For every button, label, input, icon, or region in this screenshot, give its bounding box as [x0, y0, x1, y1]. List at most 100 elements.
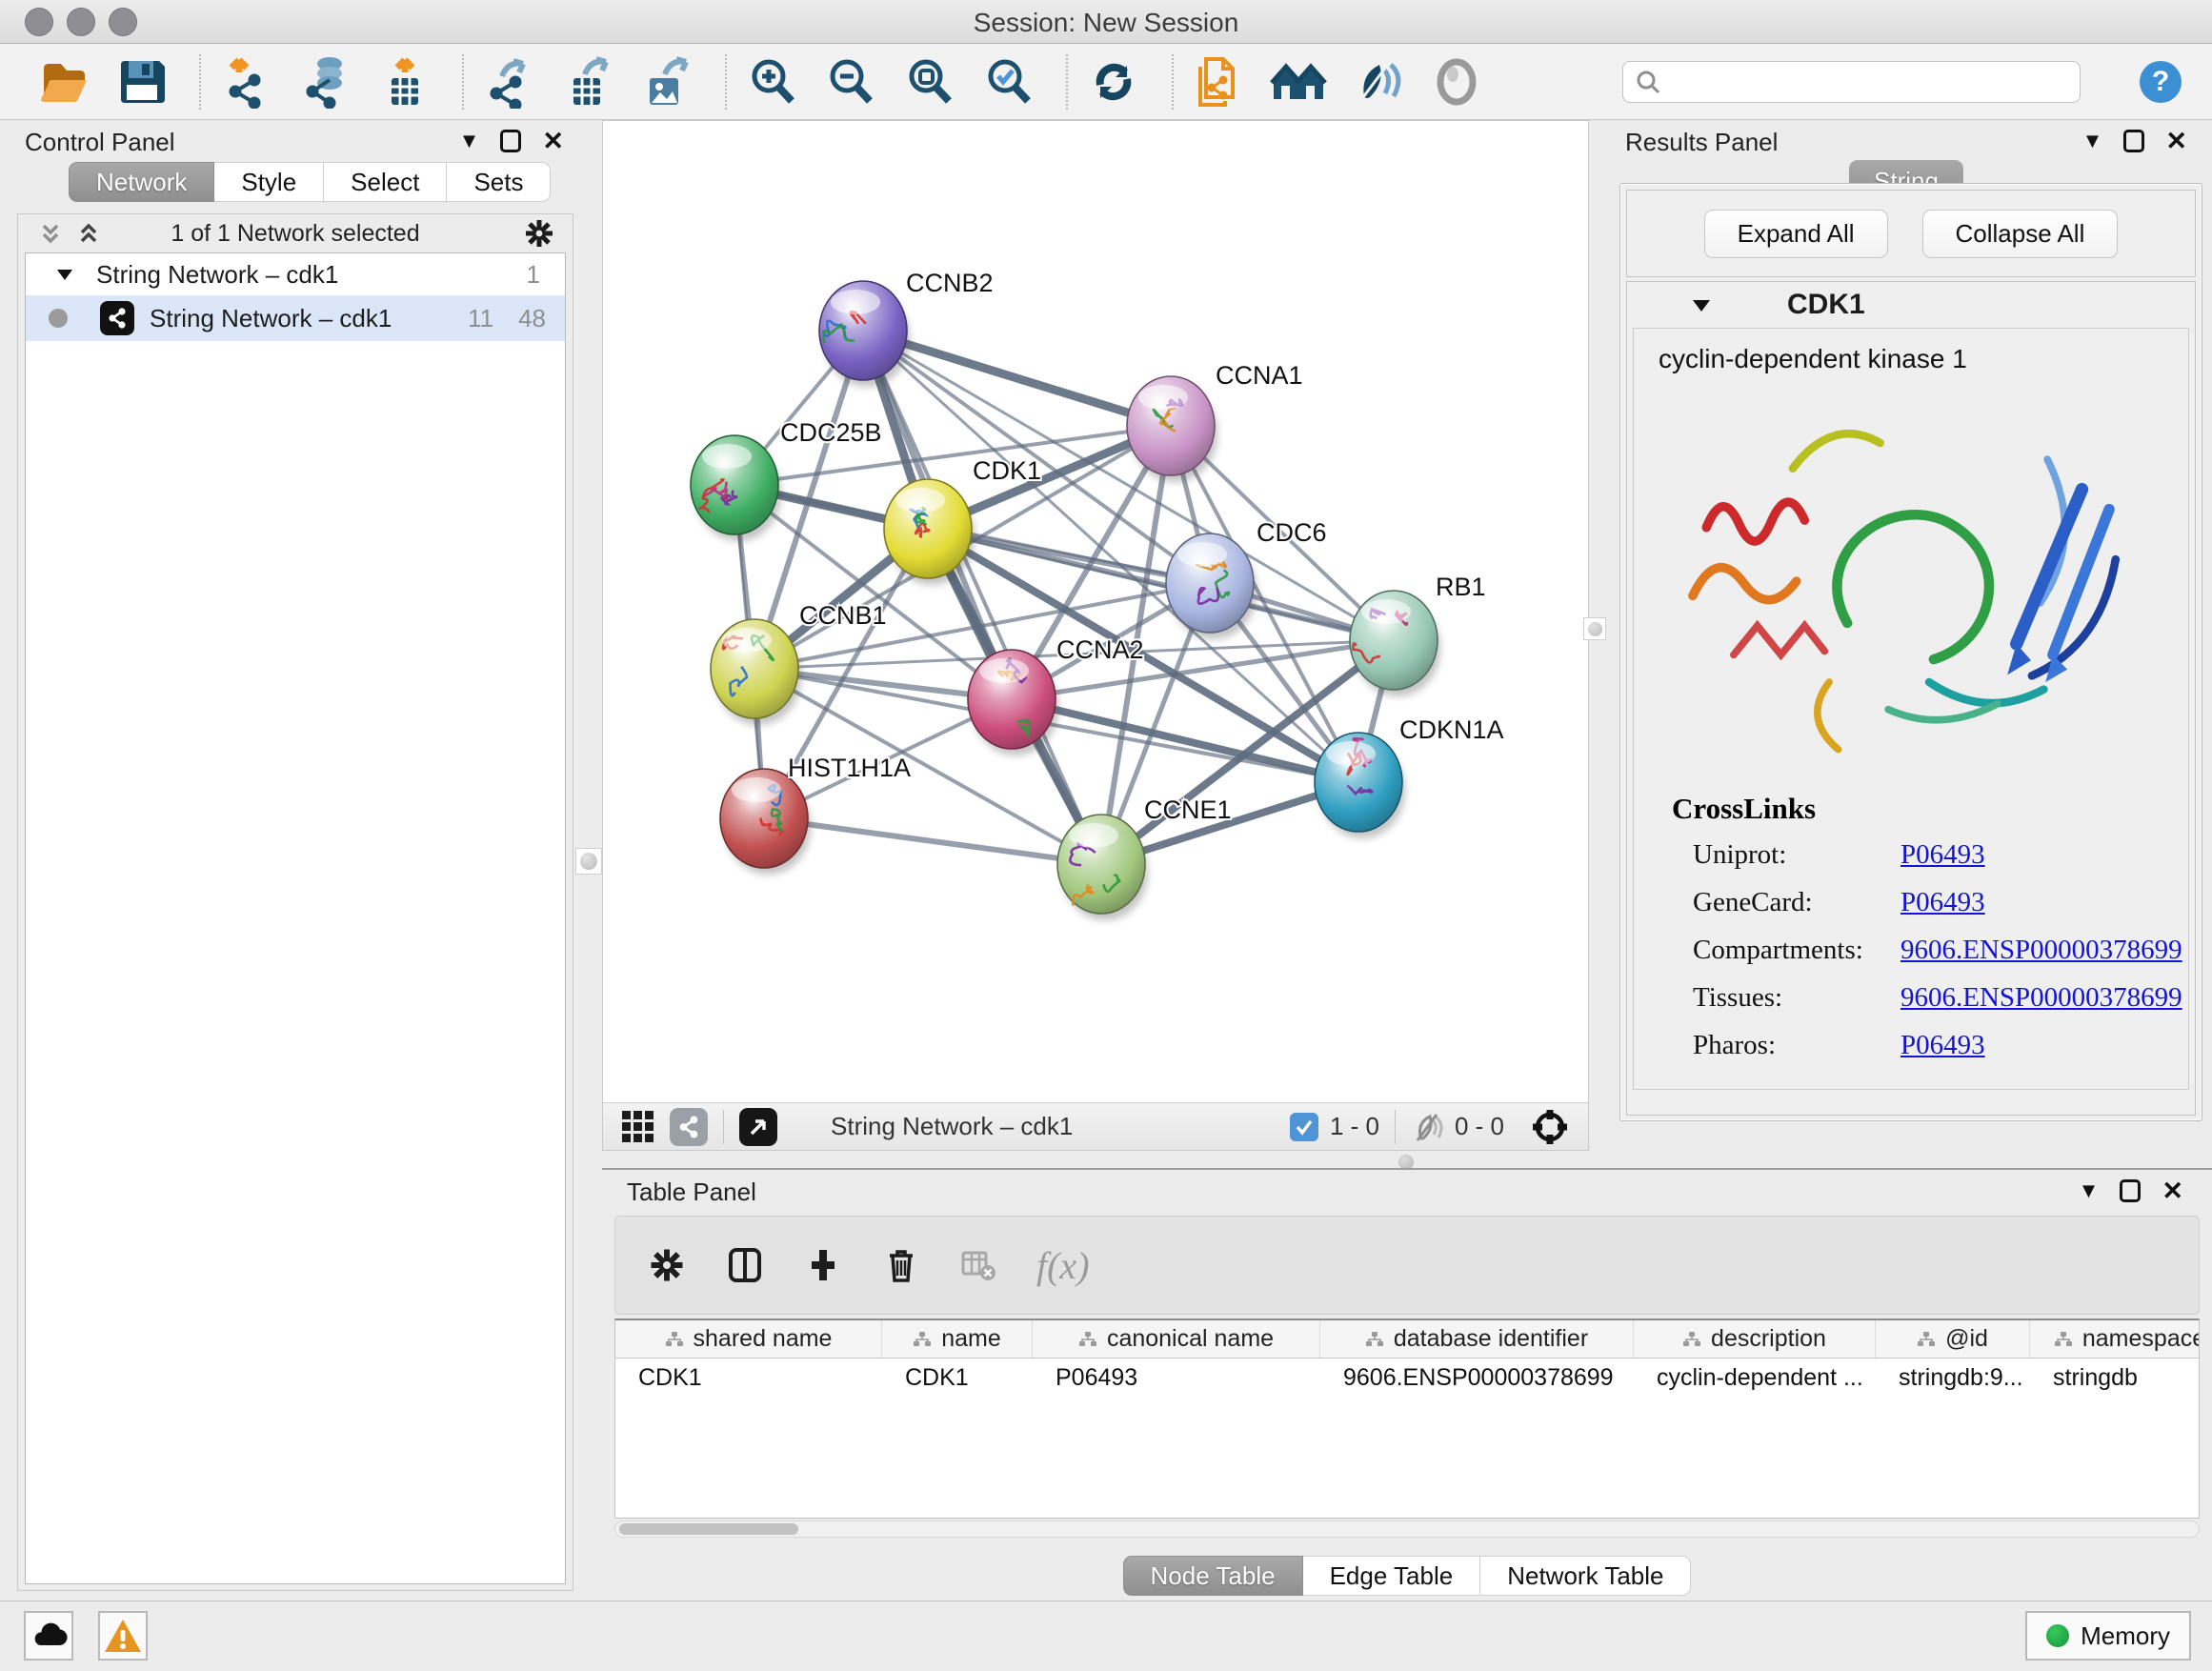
memory-label: Memory: [2081, 1621, 2170, 1651]
control-panel-tabs: Network Style Select Sets: [69, 162, 551, 202]
selected-nodes-checkbox[interactable]: [1290, 1113, 1318, 1141]
crosslink-link[interactable]: 9606.ENSP00000378699: [1900, 935, 2182, 966]
memory-button[interactable]: Memory: [2025, 1611, 2191, 1661]
search-icon: [1635, 69, 1661, 95]
network-canvas[interactable]: CCNB2CCNA1CDC25BCDK1CDC6RB1CCNB1CCNA2CDK…: [603, 121, 1588, 1102]
import-network-button[interactable]: [220, 54, 274, 110]
crosshair-icon[interactable]: [1529, 1106, 1571, 1148]
expand-all-button[interactable]: Expand All: [1704, 210, 1888, 258]
edge-CCNB2-CCNE1[interactable]: [863, 331, 1101, 864]
tab-select[interactable]: Select: [324, 162, 447, 202]
panel-menu-icon[interactable]: ▼: [2079, 1179, 2100, 1202]
table-cell[interactable]: 9606.ENSP00000378699: [1320, 1359, 1634, 1397]
crosslink-row: Uniprot:P06493: [1693, 839, 2188, 871]
export-network-button[interactable]: [483, 54, 537, 110]
save-icon: [116, 56, 168, 108]
tab-style[interactable]: Style: [214, 162, 324, 202]
tab-edge-table[interactable]: Edge Table: [1303, 1556, 1481, 1596]
hide-graphics-button[interactable]: [1430, 54, 1484, 110]
collapse-all-button[interactable]: Collapse All: [1922, 210, 2119, 258]
panel-close-icon[interactable]: ✕: [2165, 130, 2187, 152]
table-cell[interactable]: stringdb:9...: [1876, 1359, 2030, 1397]
table-cell[interactable]: CDK1: [615, 1359, 882, 1397]
node-HIST1H1A[interactable]: HIST1H1A: [720, 754, 911, 875]
share-view-icon[interactable]: [670, 1108, 708, 1146]
column-header-shared-name[interactable]: shared name: [615, 1320, 882, 1358]
refresh-button[interactable]: [1087, 54, 1141, 110]
network-collection-row[interactable]: String Network – cdk1 1: [26, 253, 565, 295]
zoom-selected-button[interactable]: [981, 54, 1036, 110]
string-home-button[interactable]: [1271, 54, 1326, 110]
table-cell[interactable]: cyclin-dependent ...: [1634, 1359, 1876, 1397]
column-header-name[interactable]: name: [882, 1320, 1033, 1358]
panel-float-icon[interactable]: [500, 130, 521, 152]
node-CCNA1[interactable]: CCNA1: [1127, 361, 1303, 482]
table-row[interactable]: CDK1CDK1P064939606.ENSP00000378699cyclin…: [615, 1359, 2199, 1397]
tree-expanded-icon[interactable]: [54, 264, 75, 285]
zoom-in-button[interactable]: [746, 54, 800, 110]
column-header--id[interactable]: @id: [1876, 1320, 2030, 1358]
node-CDKN1A[interactable]: CDKN1A: [1315, 715, 1504, 838]
delete-column-icon[interactable]: [882, 1246, 920, 1284]
network-row-selected[interactable]: String Network – cdk1 11 48: [26, 295, 565, 341]
table-cell[interactable]: CDK1: [882, 1359, 1033, 1397]
enhanced-graphics-button[interactable]: [1351, 54, 1405, 110]
crosslink-link[interactable]: P06493: [1900, 887, 1985, 918]
column-header-database-identifier[interactable]: database identifier: [1320, 1320, 1634, 1358]
column-header-description[interactable]: description: [1634, 1320, 1876, 1358]
node-RB1[interactable]: RB1: [1350, 573, 1486, 696]
collection-count: 1: [527, 260, 540, 290]
hidden-items-icon[interactable]: [1411, 1110, 1445, 1144]
crosslink-link[interactable]: P06493: [1900, 839, 1985, 871]
crosslink-label: Tissues:: [1693, 982, 1900, 1014]
cloud-button[interactable]: [24, 1611, 73, 1661]
node-CCNE1[interactable]: CCNE1: [1057, 795, 1232, 920]
string-import-button[interactable]: [1193, 54, 1247, 110]
table-cell[interactable]: P06493: [1033, 1359, 1320, 1397]
table-horizontal-scrollbar[interactable]: [614, 1520, 2200, 1538]
column-type-icon: [2054, 1331, 2073, 1348]
add-column-icon[interactable]: [804, 1246, 842, 1284]
search-box[interactable]: [1622, 61, 2080, 103]
import-database-button[interactable]: [299, 54, 353, 110]
left-splitter-handle[interactable]: [575, 848, 602, 875]
panel-float-icon[interactable]: [2123, 130, 2144, 152]
birds-eye-view-icon[interactable]: [739, 1108, 777, 1146]
tab-node-table[interactable]: Node Table: [1123, 1556, 1303, 1596]
node-title: CDK1: [1787, 289, 1865, 321]
import-table-button[interactable]: [377, 54, 432, 110]
table-cell[interactable]: stringdb: [2030, 1359, 2200, 1397]
crosslink-link[interactable]: 9606.ENSP00000378699: [1900, 982, 2182, 1014]
zoom-fit-button[interactable]: [903, 54, 957, 110]
warnings-button[interactable]: [98, 1611, 148, 1661]
import-database-icon: [299, 55, 352, 109]
scrollbar-thumb[interactable]: [619, 1523, 798, 1535]
grid-view-icon[interactable]: [620, 1109, 656, 1145]
tab-network-table[interactable]: Network Table: [1480, 1556, 1691, 1596]
open-session-button[interactable]: [36, 54, 90, 110]
panel-close-icon[interactable]: ✕: [542, 130, 564, 152]
panel-menu-icon[interactable]: ▼: [459, 130, 480, 152]
crosslink-link[interactable]: P06493: [1900, 1030, 1985, 1061]
tab-network[interactable]: Network: [69, 162, 214, 202]
tab-sets[interactable]: Sets: [447, 162, 551, 202]
panel-menu-icon[interactable]: ▼: [2082, 130, 2103, 152]
show-columns-icon[interactable]: [726, 1246, 764, 1284]
help-button[interactable]: ?: [2134, 54, 2188, 110]
search-input[interactable]: [1661, 69, 2071, 95]
panel-close-icon[interactable]: ✕: [2162, 1179, 2183, 1202]
toolbar-separator: [725, 54, 727, 110]
export-image-button[interactable]: [640, 54, 694, 110]
panel-float-icon[interactable]: [2120, 1179, 2141, 1202]
section-expanded-icon[interactable]: [1690, 293, 1713, 316]
node-label-CCNB2: CCNB2: [906, 269, 994, 297]
zoom-out-button[interactable]: [824, 54, 878, 110]
edge-HIST1H1A-CCNE1[interactable]: [764, 818, 1101, 864]
selected-counts: 1 - 0: [1330, 1112, 1379, 1141]
collection-label: String Network – cdk1: [96, 260, 338, 290]
export-table-button[interactable]: [561, 54, 615, 110]
table-settings-gear-icon[interactable]: [648, 1246, 686, 1284]
column-header-namespace[interactable]: namespace: [2030, 1320, 2200, 1358]
save-session-button[interactable]: [115, 54, 170, 110]
column-header-canonical-name[interactable]: canonical name: [1033, 1320, 1320, 1358]
